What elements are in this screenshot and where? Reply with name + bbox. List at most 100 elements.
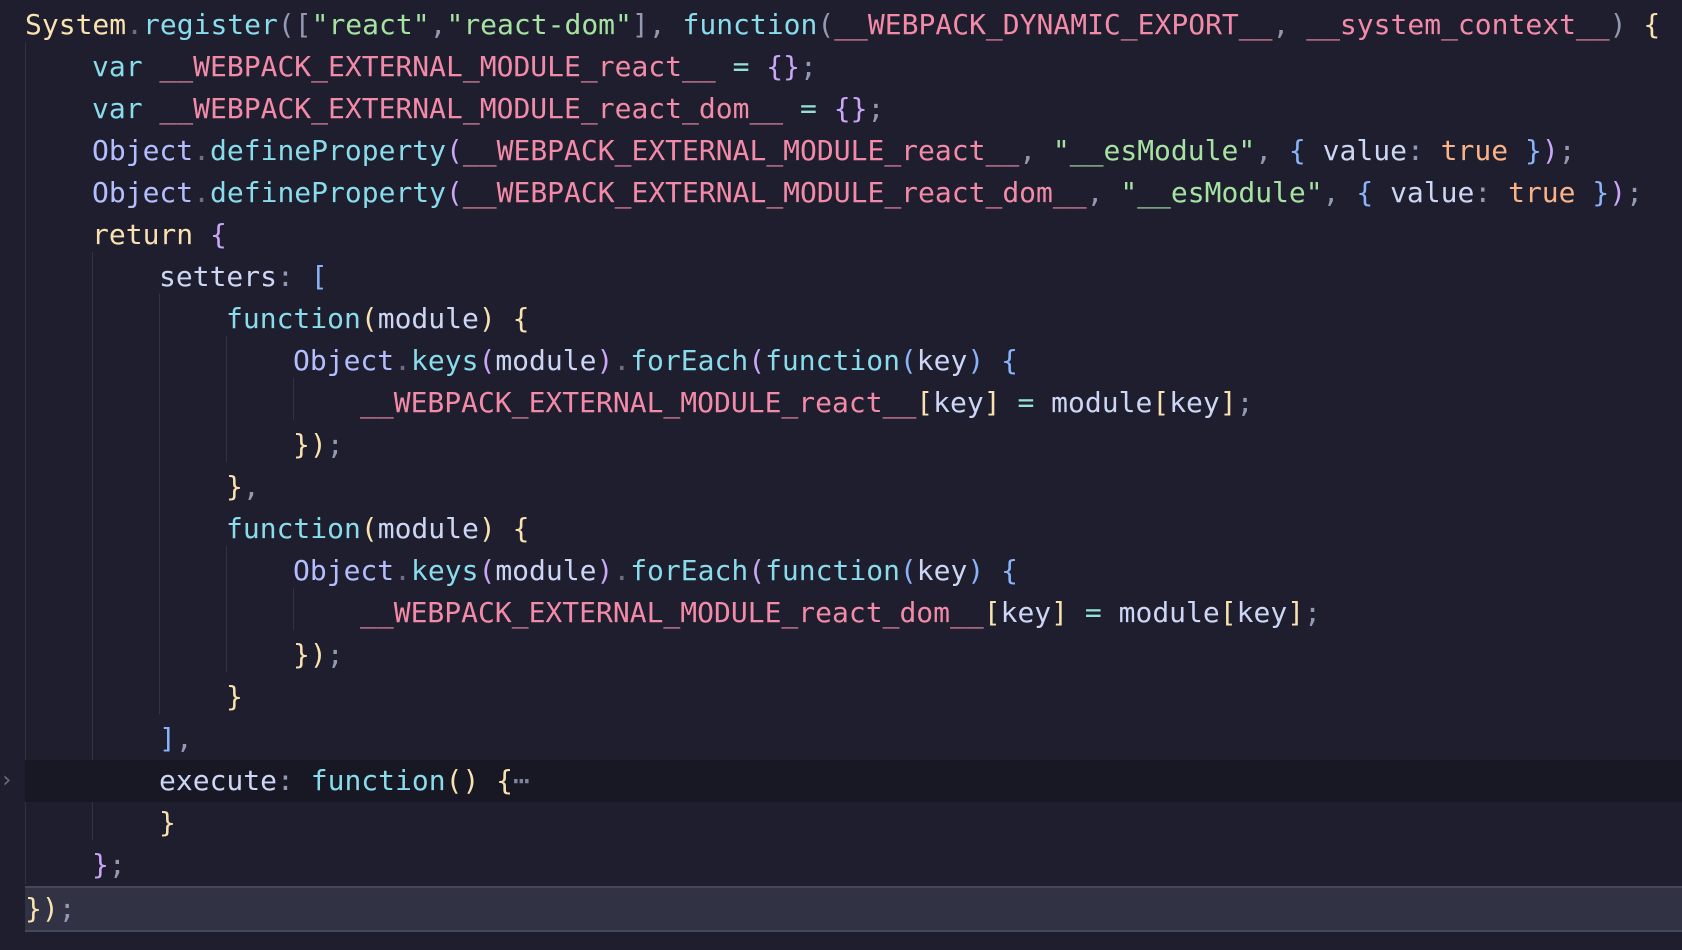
code-line-text: },: [226, 466, 260, 508]
code-line-text: function(module) {: [226, 508, 529, 550]
code-token: return: [92, 218, 194, 251]
code-token: {: [193, 218, 227, 251]
code-line[interactable]: };: [0, 844, 1682, 886]
code-token: ;: [326, 638, 344, 671]
code-line-text: System.register(["react","react-dom"], f…: [25, 4, 1660, 46]
code-line[interactable]: Object.keys(module).forEach(function(key…: [0, 550, 1682, 592]
code-token: {: [984, 344, 1018, 377]
code-token: .: [193, 134, 211, 167]
code-line-text: execute: function() {⋯: [159, 760, 530, 802]
code-line[interactable]: Object.keys(module).forEach(function(key…: [0, 340, 1682, 382]
code-line[interactable]: Object.defineProperty(__WEBPACK_EXTERNAL…: [0, 130, 1682, 172]
code-token: module: [377, 512, 479, 545]
code-line[interactable]: Object.defineProperty(__WEBPACK_EXTERNAL…: [0, 172, 1682, 214]
code-token: (): [445, 764, 480, 797]
code-token: .: [613, 554, 631, 587]
code-token: Object: [293, 554, 395, 587]
code-token: }: [226, 470, 243, 503]
code-token: =: [783, 92, 817, 125]
code-token: function: [665, 8, 818, 41]
code-token: {: [1339, 176, 1374, 209]
code-token: System: [25, 8, 127, 41]
code-token: __WEBPACK_DYNAMIC_EXPORT__: [834, 8, 1273, 41]
code-token: :: [277, 260, 294, 293]
code-line-text: Object.keys(module).forEach(function(key…: [293, 340, 1018, 382]
code-line-text: }: [226, 676, 243, 718]
code-line[interactable]: return {: [0, 214, 1682, 256]
code-line-text: Object.keys(module).forEach(function(key…: [293, 550, 1018, 592]
code-token: [: [1219, 596, 1237, 629]
code-token: ;: [1304, 596, 1321, 629]
code-token: .: [193, 176, 211, 209]
chevron-right-icon[interactable]: ›: [0, 760, 14, 802]
code-line[interactable]: }: [0, 676, 1682, 718]
code-line-text: __WEBPACK_EXTERNAL_MODULE_react_dom__[ke…: [360, 592, 1321, 634]
code-token: ;: [58, 892, 76, 925]
code-token: (: [748, 344, 766, 377]
code-line-text: __WEBPACK_EXTERNAL_MODULE_react__[key] =…: [360, 382, 1253, 424]
code-token: [: [916, 386, 934, 419]
code-token: __WEBPACK_EXTERNAL_MODULE_react_dom__: [360, 596, 984, 629]
code-token: (: [360, 512, 378, 545]
code-line[interactable]: }: [0, 802, 1682, 844]
code-token: "react-dom": [446, 8, 632, 41]
code-token: __WEBPACK_EXTERNAL_MODULE_react_dom__: [462, 176, 1087, 209]
code-line[interactable]: var __WEBPACK_EXTERNAL_MODULE_react_dom_…: [0, 88, 1682, 130]
code-token: Object: [92, 134, 194, 167]
code-line-text: Object.defineProperty(__WEBPACK_EXTERNAL…: [92, 172, 1643, 214]
code-line[interactable]: var __WEBPACK_EXTERNAL_MODULE_react__ = …: [0, 46, 1682, 88]
code-line[interactable]: System.register(["react","react-dom"], f…: [0, 4, 1682, 46]
code-line[interactable]: });: [25, 886, 1682, 932]
code-line-text: };: [92, 844, 126, 886]
code-line[interactable]: setters: [: [0, 256, 1682, 298]
code-line-text: Object.defineProperty(__WEBPACK_EXTERNAL…: [92, 130, 1576, 172]
code-token: :: [1474, 176, 1492, 209]
code-token: __WEBPACK_EXTERNAL_MODULE_react__: [142, 50, 716, 83]
code-line[interactable]: __WEBPACK_EXTERNAL_MODULE_react__[key] =…: [0, 382, 1682, 424]
code-token: value: [1373, 176, 1475, 209]
code-token: true: [1423, 134, 1509, 167]
code-line[interactable]: execute: function() {⋯ ›: [0, 760, 1682, 802]
code-token: __WEBPACK_EXTERNAL_MODULE_react_dom__: [142, 92, 784, 125]
code-token: true: [1491, 176, 1576, 209]
code-line[interactable]: __WEBPACK_EXTERNAL_MODULE_react_dom__[ke…: [0, 592, 1682, 634]
code-token: function: [226, 302, 361, 335]
code-token: .: [394, 554, 412, 587]
code-token: =: [1068, 596, 1102, 629]
code-token: }: [92, 848, 109, 881]
code-token: {: [1272, 134, 1306, 167]
code-token: ,: [1086, 176, 1104, 209]
code-line-text: var __WEBPACK_EXTERNAL_MODULE_react_dom_…: [92, 88, 884, 130]
code-token: (: [360, 302, 378, 335]
code-token: ): [596, 554, 614, 587]
code-token: __system_context__: [1289, 8, 1610, 41]
code-token: (: [817, 8, 835, 41]
code-token: {: [495, 302, 530, 335]
code-token: function: [765, 554, 900, 587]
code-token: (: [446, 134, 463, 167]
code-token: setters: [159, 260, 278, 293]
code-line[interactable]: });: [0, 634, 1682, 676]
code-line[interactable]: ],: [0, 718, 1682, 760]
code-token: .: [126, 8, 144, 41]
code-token: Object: [293, 344, 395, 377]
code-token: ): [478, 512, 496, 545]
code-token: key: [1169, 386, 1220, 419]
code-token: defineProperty: [210, 134, 447, 167]
code-token: }: [1508, 134, 1542, 167]
code-line-text: function(module) {: [226, 298, 529, 340]
code-token: module: [1034, 386, 1153, 419]
code-line[interactable]: },: [0, 466, 1682, 508]
code-line[interactable]: function(module) {: [0, 298, 1682, 340]
code-token: forEach: [630, 554, 749, 587]
code-token: "__esModule": [1036, 134, 1256, 167]
code-token: ;: [1626, 176, 1643, 209]
code-token: var: [92, 50, 143, 83]
code-token: ]: [631, 8, 649, 41]
code-line[interactable]: });: [0, 424, 1682, 466]
code-token: [: [983, 596, 1001, 629]
code-token: .: [613, 344, 631, 377]
code-token: ,: [1255, 134, 1273, 167]
code-line[interactable]: function(module) {: [0, 508, 1682, 550]
code-editor[interactable]: System.register(["react","react-dom"], f…: [0, 0, 1682, 950]
